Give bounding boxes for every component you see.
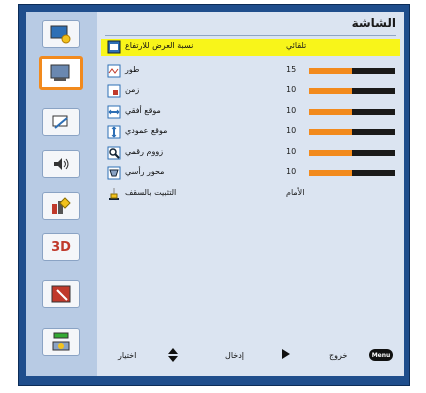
network-icon	[52, 332, 70, 351]
row-value: 10	[286, 85, 297, 94]
clock-icon	[107, 84, 121, 98]
3d-icon: 3D	[51, 239, 71, 255]
row-value: 10	[286, 106, 297, 115]
sidebar-item-volume[interactable]	[35, 148, 87, 180]
level-bar-fill	[309, 129, 352, 135]
menu-row-aspect-ratio[interactable]: نسبة العرض للارتفاع تلقائي	[101, 39, 400, 56]
sidebar-item-setup[interactable]	[35, 106, 87, 138]
sidebar-item-display[interactable]	[35, 56, 87, 90]
level-bar-fill	[309, 109, 352, 115]
setup-icon	[52, 115, 68, 129]
row-value: 15	[286, 65, 297, 74]
row-value: 10	[286, 126, 297, 135]
sidebar-item-network[interactable]	[35, 326, 87, 358]
row-label: زمن	[125, 85, 140, 94]
select-hint-label: اختيار	[118, 351, 137, 360]
aspect-ratio-icon	[107, 40, 121, 54]
display-icon	[50, 64, 70, 81]
osd-frame: 3D الشاشة نسبة العرض للارتفاع تلقائي طور…	[18, 4, 410, 386]
row-value: تلقائي	[286, 41, 307, 50]
menu-row-phase[interactable]: طور 15	[101, 63, 400, 80]
ceiling-mount-icon	[109, 188, 119, 200]
row-label: محور رأسي	[125, 167, 165, 176]
sidebar: 3D	[26, 12, 97, 376]
v-position-icon	[107, 125, 121, 139]
sidebar-item-options[interactable]	[35, 190, 87, 222]
sidebar-item-lamp[interactable]	[35, 278, 87, 310]
picture-icon	[50, 25, 71, 44]
row-label: نسبة العرض للارتفاع	[125, 41, 194, 50]
menu-key-icon: Menu	[369, 349, 393, 361]
options-icon	[52, 197, 71, 214]
level-bar-fill	[309, 150, 352, 156]
row-value: 10	[286, 147, 297, 156]
menu-row-zoom[interactable]: زووم رقمي 10	[101, 145, 400, 162]
row-value: الأمام	[286, 188, 305, 197]
enter-hint-label: إدخال	[225, 351, 244, 360]
phase-icon	[107, 64, 121, 78]
exit-hint-label: خروج	[329, 351, 348, 360]
right-arrow-icon	[282, 349, 290, 359]
lamp-icon	[51, 285, 71, 303]
level-bar-fill	[309, 68, 352, 74]
keystone-icon	[107, 166, 121, 180]
level-bar[interactable]	[309, 109, 395, 115]
display-panel: الشاشة نسبة العرض للارتفاع تلقائي طور 15…	[97, 12, 404, 376]
page-title: الشاشة	[351, 16, 396, 30]
row-label: التثبيت بالسقف	[125, 188, 177, 197]
level-bar[interactable]	[309, 129, 395, 135]
up-down-arrows-icon	[168, 348, 178, 362]
menu-row-keystone[interactable]: محور رأسي 10	[101, 165, 400, 182]
sidebar-item-3d[interactable]: 3D	[35, 231, 87, 263]
level-bar[interactable]	[309, 170, 395, 176]
level-bar[interactable]	[309, 68, 395, 74]
menu-row-v-position[interactable]: موقع عمودي 10	[101, 124, 400, 141]
row-label: طور	[125, 65, 140, 74]
level-bar-fill	[309, 88, 352, 94]
level-bar[interactable]	[309, 150, 395, 156]
h-position-icon	[107, 105, 121, 119]
level-bar[interactable]	[309, 88, 395, 94]
row-label: موقع عمودي	[125, 126, 168, 135]
row-label: موقع أفقي	[125, 106, 161, 115]
menu-row-clock[interactable]: زمن 10	[101, 83, 400, 100]
menu-row-ceiling-mount[interactable]: التثبيت بالسقف الأمام	[101, 186, 400, 203]
sidebar-item-picture[interactable]	[35, 18, 87, 50]
title-divider	[105, 35, 396, 36]
row-value: 10	[286, 167, 297, 176]
menu-row-h-position[interactable]: موقع أفقي 10	[101, 104, 400, 121]
row-label: زووم رقمي	[125, 147, 164, 156]
volume-icon	[54, 158, 69, 170]
zoom-icon	[107, 146, 121, 160]
level-bar-fill	[309, 170, 352, 176]
